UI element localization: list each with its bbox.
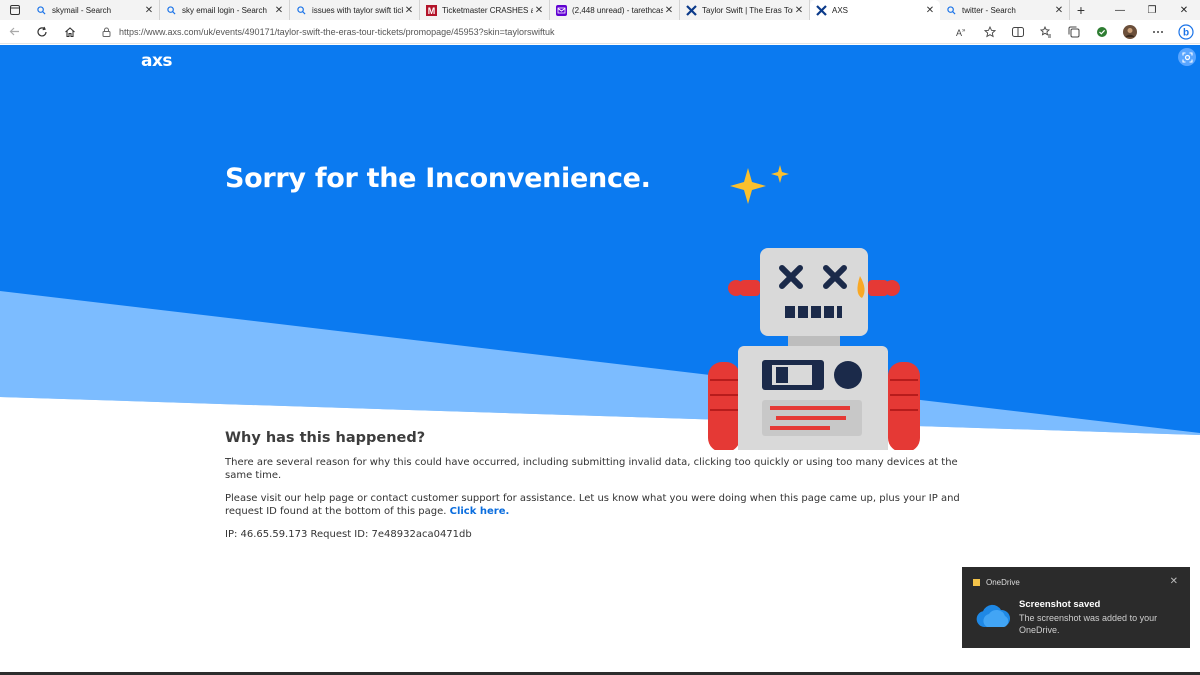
toast-message: The screenshot was added to your OneDriv… [1019, 613, 1158, 635]
tab-close-button[interactable]: ✕ [1053, 5, 1065, 16]
window-controls: — ❐ ✕ [1104, 0, 1200, 20]
new-tab-button[interactable]: + [1070, 2, 1092, 18]
home-icon [65, 26, 75, 37]
broken-robot-illustration [708, 165, 920, 450]
help-paragraph: Please visit our help page or contact cu… [225, 492, 985, 518]
favorite-button[interactable] [976, 20, 1004, 44]
favorites-bar-button[interactable] [1032, 20, 1060, 44]
refresh-button[interactable] [28, 20, 56, 44]
tab-close-button[interactable]: ✕ [793, 5, 805, 16]
svg-text:b: b [1183, 28, 1189, 39]
tab-close-button[interactable]: ✕ [273, 5, 285, 16]
page-title: Sorry for the Inconvenience. [225, 163, 651, 194]
address-bar[interactable]: https://www.axs.com/uk/events/490171/tay… [92, 22, 992, 42]
onedrive-notification[interactable]: OneDrive ✕ Screenshot saved The screensh… [962, 567, 1190, 648]
tab-title: Ticketmaster CRASHES as f [442, 5, 533, 15]
split-screen-button[interactable] [1004, 20, 1032, 44]
read-aloud-icon: A» [956, 28, 966, 38]
tab-close-button[interactable]: ✕ [533, 5, 545, 16]
toast-app-name: OneDrive [986, 578, 1020, 587]
ip-request-id: IP: 46.65.59.173 Request ID: 7e48932aca0… [225, 529, 472, 540]
reason-paragraph: There are several reason for why this co… [225, 457, 958, 481]
visual-search-button[interactable] [1178, 48, 1196, 66]
home-button[interactable] [56, 20, 84, 44]
visual-search-icon [1181, 51, 1193, 63]
tab-twitter-search[interactable]: twitter - Search ✕ [940, 0, 1070, 20]
tab-close-button[interactable]: ✕ [143, 5, 155, 16]
tab-strip: skymail - Search ✕ sky email login - Sea… [0, 0, 1200, 20]
toolbar-right: A» b [948, 20, 1200, 44]
tab-sky-email-login[interactable]: sky email login - Search ✕ [160, 0, 290, 20]
tab-title: issues with taylor swift tick [312, 5, 403, 15]
collections-button[interactable] [1060, 20, 1088, 44]
tab-title: sky email login - Search [182, 5, 267, 15]
search-icon [36, 5, 47, 16]
tab-ticketmaster-crashes[interactable]: M Ticketmaster CRASHES as f ✕ [420, 0, 550, 20]
toast-app-header: OneDrive [973, 578, 1020, 587]
toast-title: Screenshot saved [1019, 599, 1101, 610]
restore-button[interactable]: ❐ [1136, 0, 1168, 20]
search-icon [296, 5, 307, 16]
onedrive-cloud-icon [976, 604, 1010, 627]
read-aloud-button[interactable]: A» [948, 20, 976, 44]
tab-title: twitter - Search [962, 5, 1016, 15]
news-m-icon: M [426, 4, 437, 16]
tab-eras-tour[interactable]: Taylor Swift | The Eras Tour ✕ [680, 0, 810, 20]
click-here-link[interactable]: Click here. [450, 506, 510, 517]
extension-icon [1097, 27, 1107, 37]
settings-more-button[interactable] [1144, 20, 1172, 44]
toast-close-button[interactable]: ✕ [1170, 576, 1178, 587]
lock-icon [102, 27, 111, 37]
axs-logo[interactable]: axs [141, 51, 173, 71]
error-explanation: Why has this happened? There are several… [225, 430, 985, 551]
tab-title: AXS [832, 5, 849, 15]
collections-icon [1068, 26, 1080, 38]
sparkle-icon [771, 165, 789, 183]
tab-title: skymail - Search [52, 5, 112, 15]
sparkle-icon [730, 168, 766, 204]
svg-text:M: M [428, 6, 436, 16]
split-screen-icon [1012, 27, 1024, 37]
back-arrow-icon [9, 27, 19, 36]
back-button[interactable] [0, 20, 28, 44]
bing-chat-button[interactable]: b [1172, 20, 1200, 44]
section-heading: Why has this happened? [225, 430, 426, 446]
more-icon [1153, 31, 1163, 33]
profile-button[interactable] [1116, 20, 1144, 44]
tab-close-button[interactable]: ✕ [403, 5, 415, 16]
tab-title: Taylor Swift | The Eras Tour [702, 5, 793, 15]
minimize-button[interactable]: — [1104, 0, 1136, 20]
tab-issues-taylor-swift[interactable]: issues with taylor swift tick ✕ [290, 0, 420, 20]
axs-x-icon [686, 4, 697, 16]
tab-skymail[interactable]: skymail - Search ✕ [30, 0, 160, 20]
search-icon [946, 5, 957, 16]
url-text: https://www.axs.com/uk/events/490171/tay… [119, 27, 555, 37]
help-text: Please visit our help page or contact cu… [225, 493, 960, 517]
favorites-icon [1040, 26, 1051, 38]
close-window-button[interactable]: ✕ [1168, 0, 1200, 20]
tab-close-button[interactable]: ✕ [663, 5, 675, 16]
tab-close-button[interactable]: ✕ [924, 5, 936, 16]
navigation-bar: https://www.axs.com/uk/events/490171/tay… [0, 20, 1200, 44]
tab-axs[interactable]: AXS ✕ [810, 0, 940, 20]
axs-x-icon [816, 4, 827, 16]
bing-icon: b [1178, 24, 1194, 40]
svg-text:»: » [962, 28, 966, 34]
tab-title: (2,448 unread) - tarethcase [572, 5, 663, 15]
extension-button[interactable] [1088, 20, 1116, 44]
star-icon [984, 26, 996, 38]
onedrive-app-icon [973, 579, 980, 586]
avatar [1123, 25, 1137, 39]
tab-actions-button[interactable] [0, 0, 30, 20]
refresh-icon [37, 26, 47, 36]
tab-actions-icon [10, 5, 20, 15]
search-icon [166, 5, 177, 16]
hero-background [0, 45, 1200, 445]
mail-icon [556, 4, 567, 16]
tab-mail-unread[interactable]: (2,448 unread) - tarethcase ✕ [550, 0, 680, 20]
